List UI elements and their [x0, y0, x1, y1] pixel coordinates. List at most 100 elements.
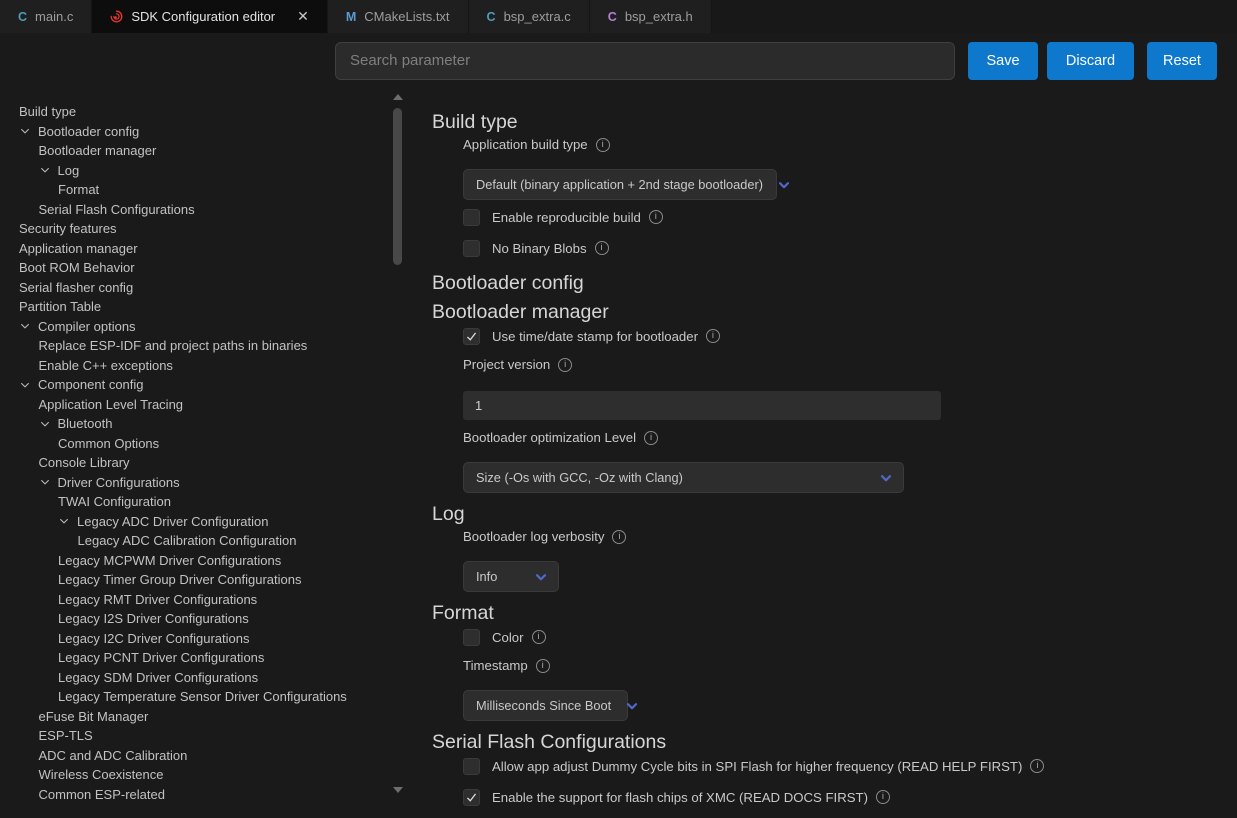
sidebar-item-legacy-mcpwm-driver-configurations[interactable]: Legacy MCPWM Driver Configurations [0, 551, 390, 571]
dropdown-selected-value: Info [476, 569, 497, 584]
checkbox-no-binary-blobs[interactable] [463, 240, 480, 257]
sidebar-item-console-library[interactable]: Console Library [0, 453, 390, 473]
sidebar-item-replace-esp-idf-and-project-paths-in-binaries[interactable]: Replace ESP-IDF and project paths in bin… [0, 336, 390, 356]
sidebar-item-twai-configuration[interactable]: TWAI Configuration [0, 492, 390, 512]
sidebar-item-label: ADC and ADC Calibration [39, 748, 188, 763]
sidebar-item-serial-flasher-config[interactable]: Serial flasher config [0, 278, 390, 298]
chevron-down-icon[interactable] [39, 476, 58, 488]
c-file-icon: C [487, 10, 496, 24]
sidebar-item-component-config[interactable]: Component config [0, 375, 390, 395]
sidebar-item-security-features[interactable]: Security features [0, 219, 390, 239]
chevron-down-icon[interactable] [58, 515, 77, 527]
sidebar-item-adc-and-adc-calibration[interactable]: ADC and ADC Calibration [0, 746, 390, 766]
sidebar-item-serial-flash-configurations[interactable]: Serial Flash Configurations [0, 200, 390, 220]
close-icon[interactable]: ✕ [297, 8, 309, 25]
sidebar-item-legacy-i2c-driver-configurations[interactable]: Legacy I2C Driver Configurations [0, 629, 390, 649]
checkbox-enable-the-support-for-flash-chips-of-xmc-read-docs-first[interactable] [463, 789, 480, 806]
sidebar-item-application-level-tracing[interactable]: Application Level Tracing [0, 395, 390, 415]
sidebar-item-esp-tls[interactable]: ESP-TLS [0, 726, 390, 746]
sidebar-item-legacy-timer-group-driver-configurations[interactable]: Legacy Timer Group Driver Configurations [0, 570, 390, 590]
chevron-down-icon[interactable] [534, 570, 548, 584]
sidebar-item-enable-c-exceptions[interactable]: Enable C++ exceptions [0, 356, 390, 376]
dropdown-info[interactable]: Info [463, 561, 559, 592]
sidebar-item-driver-configurations[interactable]: Driver Configurations [0, 473, 390, 493]
dropdown-default-binary-application-2nd-stage-bootloader[interactable]: Default (binary application + 2nd stage … [463, 169, 777, 200]
info-icon[interactable]: i [612, 530, 626, 544]
search-input[interactable] [335, 42, 955, 80]
sidebar-item-compiler-options[interactable]: Compiler options [0, 317, 390, 337]
info-icon[interactable]: i [706, 329, 720, 343]
save-button[interactable]: Save [968, 42, 1038, 80]
checkbox-enable-reproducible-build[interactable] [463, 209, 480, 226]
info-icon[interactable]: i [649, 210, 663, 224]
sidebar-item-label: Legacy ADC Driver Configuration [77, 514, 268, 529]
info-icon[interactable]: i [532, 630, 546, 644]
dropdown-size-os-with-gcc-oz-with-clang[interactable]: Size (-Os with GCC, -Oz with Clang) [463, 462, 904, 493]
sidebar-item-legacy-i2s-driver-configurations[interactable]: Legacy I2S Driver Configurations [0, 609, 390, 629]
checkbox-label: Enable the support for flash chips of XM… [492, 790, 868, 805]
sidebar-item-bootloader-config[interactable]: Bootloader config [0, 122, 390, 142]
sidebar-item-wireless-coexistence[interactable]: Wireless Coexistence [0, 765, 390, 785]
field-label-timestamp: Timestampi [463, 658, 550, 674]
dropdown-milliseconds-since-boot[interactable]: Milliseconds Since Boot [463, 690, 628, 721]
sidebar-item-bluetooth[interactable]: Bluetooth [0, 414, 390, 434]
sidebar-item-efuse-bit-manager[interactable]: eFuse Bit Manager [0, 707, 390, 727]
discard-button[interactable]: Discard [1047, 42, 1134, 80]
info-icon[interactable]: i [1030, 759, 1044, 773]
sidebar-item-application-manager[interactable]: Application manager [0, 239, 390, 259]
tab-sdk-configuration-editor[interactable]: SDK Configuration editor✕ [92, 0, 328, 33]
info-icon[interactable]: i [876, 790, 890, 804]
sidebar-item-format[interactable]: Format [0, 180, 390, 200]
sidebar-item-label: Compiler options [38, 319, 136, 334]
info-icon[interactable]: i [536, 659, 550, 673]
checkbox-use-time-date-stamp-for-bootloader[interactable] [463, 328, 480, 345]
tab-main-c[interactable]: Cmain.c [0, 0, 92, 33]
sidebar-item-label: Boot ROM Behavior [19, 260, 135, 275]
checkbox-color[interactable] [463, 629, 480, 646]
sidebar-item-label: ESP-TLS [39, 728, 93, 743]
sidebar-item-label: Serial flasher config [19, 280, 133, 295]
sidebar-scrollbar[interactable] [390, 88, 406, 818]
section-heading-bootloader-manager: Bootloader manager [432, 300, 609, 324]
scrollbar-thumb[interactable] [393, 108, 402, 265]
scrollbar-down-arrow-icon[interactable] [393, 787, 403, 793]
info-icon[interactable]: i [558, 358, 572, 372]
reset-button[interactable]: Reset [1147, 42, 1217, 80]
sidebar-item-partition-table[interactable]: Partition Table [0, 297, 390, 317]
info-icon[interactable]: i [596, 138, 610, 152]
sidebar-item-legacy-pcnt-driver-configurations[interactable]: Legacy PCNT Driver Configurations [0, 648, 390, 668]
tab-bsp-extra-c[interactable]: Cbsp_extra.c [469, 0, 590, 33]
espressif-logo-icon [110, 10, 123, 23]
chevron-down-icon[interactable] [879, 471, 893, 485]
scrollbar-up-arrow-icon[interactable] [393, 94, 403, 100]
sidebar-item-log[interactable]: Log [0, 161, 390, 181]
sidebar-item-common-esp-related[interactable]: Common ESP-related [0, 785, 390, 805]
chevron-down-icon[interactable] [625, 699, 639, 713]
chevron-down-icon[interactable] [777, 178, 791, 192]
chevron-down-icon[interactable] [19, 320, 38, 332]
field-label-bootloader-log-verbosity: Bootloader log verbosity i [463, 529, 626, 545]
chevron-down-icon[interactable] [39, 418, 58, 430]
chevron-down-icon[interactable] [19, 379, 38, 391]
sidebar-item-legacy-adc-driver-configuration[interactable]: Legacy ADC Driver Configuration [0, 512, 390, 532]
sidebar-item-build-type[interactable]: Build type [0, 102, 390, 122]
text-input-project-version[interactable] [463, 391, 941, 420]
sidebar-item-legacy-rmt-driver-configurations[interactable]: Legacy RMT Driver Configurations [0, 590, 390, 610]
tab-label: bsp_extra.h [625, 9, 693, 24]
sidebar-item-bootloader-manager[interactable]: Bootloader manager [0, 141, 390, 161]
tab-cmakelists-txt[interactable]: MCMakeLists.txt [328, 0, 469, 33]
chevron-down-icon[interactable] [19, 125, 38, 137]
sidebar-item-legacy-temperature-sensor-driver-configurations[interactable]: Legacy Temperature Sensor Driver Configu… [0, 687, 390, 707]
field-label-text: Bootloader log verbosity [463, 529, 604, 545]
sidebar-item-label: Bootloader config [38, 124, 139, 139]
info-icon[interactable]: i [595, 241, 609, 255]
sidebar-item-legacy-adc-calibration-configuration[interactable]: Legacy ADC Calibration Configuration [0, 531, 390, 551]
chevron-down-icon[interactable] [39, 164, 58, 176]
sidebar-item-common-options[interactable]: Common Options [0, 434, 390, 454]
tab-bsp-extra-h[interactable]: Cbsp_extra.h [590, 0, 712, 33]
info-icon[interactable]: i [644, 431, 658, 445]
checkbox-allow-app-adjust-dummy-cycle-bits-in-spi-flash-for-higher-frequency-read-help-first[interactable] [463, 758, 480, 775]
sidebar-item-legacy-sdm-driver-configurations[interactable]: Legacy SDM Driver Configurations [0, 668, 390, 688]
sidebar-item-label: Component config [38, 377, 144, 392]
sidebar-item-boot-rom-behavior[interactable]: Boot ROM Behavior [0, 258, 390, 278]
